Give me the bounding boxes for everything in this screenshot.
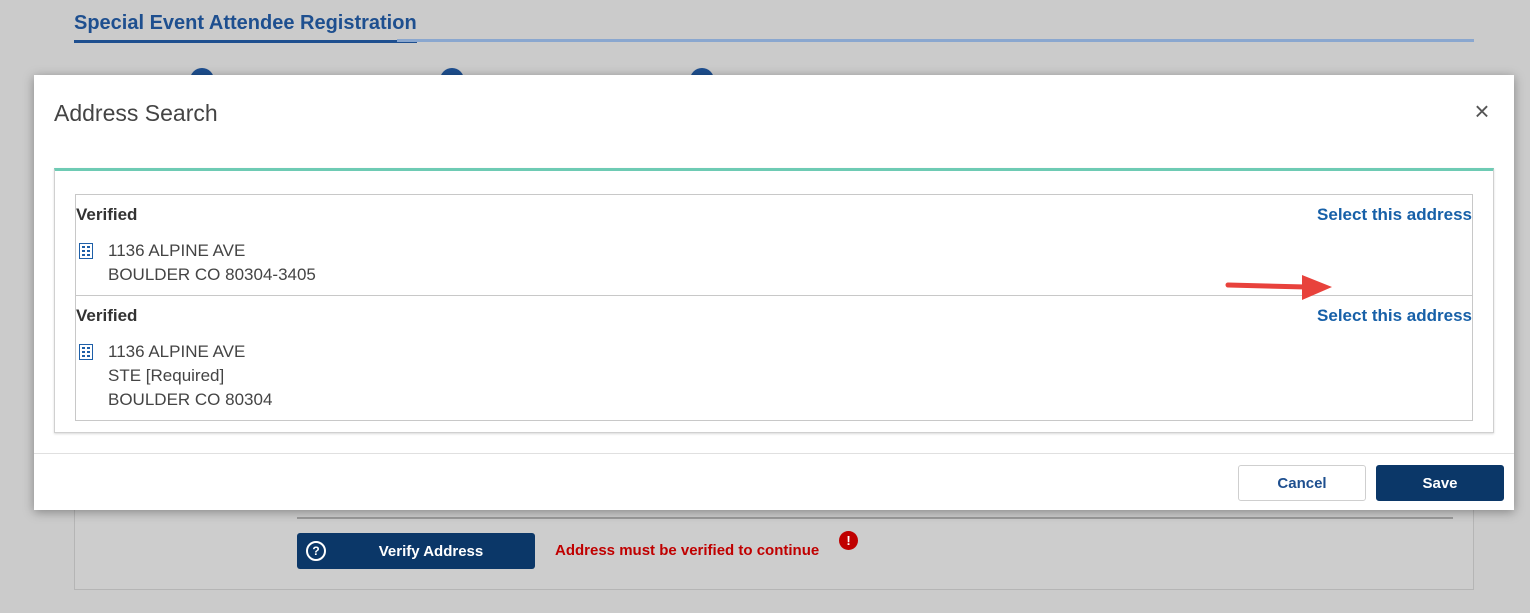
panel-divider xyxy=(297,517,1453,519)
result-status: Verified xyxy=(76,306,138,325)
close-icon[interactable]: × xyxy=(1470,98,1494,124)
modal-footer: Cancel Save xyxy=(34,453,1514,510)
address-result: Verified Select this address 1136 ALPINE… xyxy=(76,296,1472,420)
result-status: Verified xyxy=(76,205,138,224)
page-title: Special Event Attendee Registration xyxy=(74,12,417,43)
select-address-link[interactable]: Select this address xyxy=(1317,306,1472,326)
title-underline xyxy=(397,39,1474,42)
save-button[interactable]: Save xyxy=(1376,465,1504,501)
address-line: 1136 ALPINE AVE xyxy=(108,342,246,361)
error-icon: ! xyxy=(839,531,858,550)
address-line: BOULDER CO 80304 xyxy=(108,390,273,409)
address-line: STE [Required] xyxy=(108,366,225,385)
address-search-modal: Address Search × Verified Select this ad… xyxy=(34,75,1514,510)
question-circle-icon: ? xyxy=(306,541,326,561)
verify-address-button[interactable]: ? Verify Address xyxy=(297,533,535,569)
select-address-link[interactable]: Select this address xyxy=(1317,205,1472,225)
address-line: 1136 ALPINE AVE xyxy=(108,241,246,260)
verification-warning: Address must be verified to continue xyxy=(555,542,820,559)
modal-title: Address Search xyxy=(54,100,218,126)
verify-address-label: Verify Address xyxy=(378,542,484,560)
building-icon xyxy=(79,344,93,360)
annotation-arrow-icon xyxy=(1225,275,1332,300)
result-address: 1136 ALPINE AVE STE [Required] BOULDER C… xyxy=(76,340,1472,412)
address-results-list: Verified Select this address 1136 ALPINE… xyxy=(75,194,1473,421)
building-icon xyxy=(79,243,93,259)
modal-header: Address Search × xyxy=(34,75,1514,150)
cancel-button[interactable]: Cancel xyxy=(1238,465,1366,501)
